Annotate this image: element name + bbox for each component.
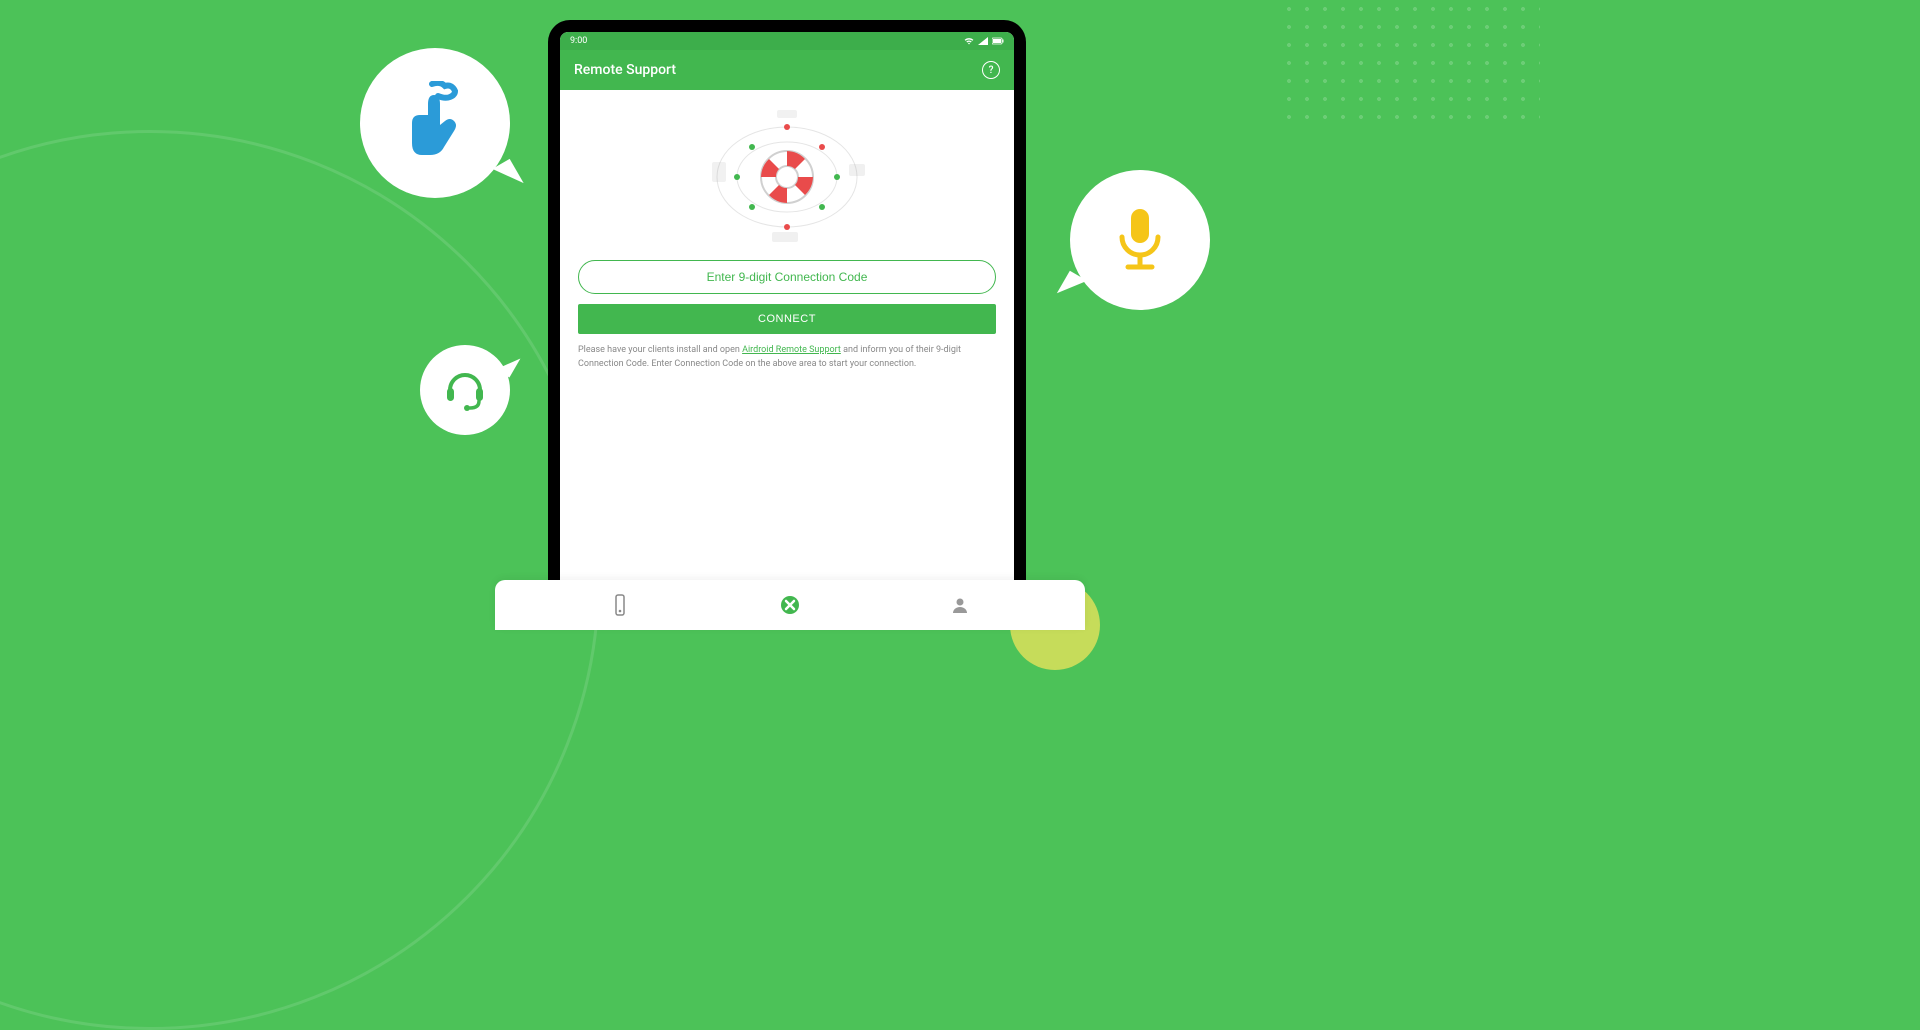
- lifebuoy-icon: [761, 151, 813, 203]
- battery-icon: [992, 37, 1004, 45]
- nav-remote-icon[interactable]: [610, 595, 630, 615]
- feature-bubble-headset: [420, 345, 510, 435]
- remote-support-link[interactable]: Airdroid Remote Support: [742, 345, 841, 355]
- touch-hand-icon: [400, 81, 470, 166]
- app-header: Remote Support ?: [560, 50, 1014, 90]
- tablet-frame: 9:00 Remote Support ?: [548, 20, 1026, 630]
- feature-bubble-mic: [1070, 170, 1210, 310]
- feature-bubble-touch: [360, 48, 510, 198]
- connect-button[interactable]: CONNECT: [578, 304, 996, 334]
- app-title: Remote Support: [574, 62, 676, 78]
- signal-icon: [978, 37, 988, 45]
- background-dots: [1280, 0, 1540, 120]
- microphone-icon: [1112, 205, 1168, 275]
- bottom-nav: [495, 580, 1085, 630]
- app-main: CONNECT Please have your clients install…: [560, 90, 1014, 618]
- headset-icon: [442, 367, 488, 413]
- instruction-text: Please have your clients install and ope…: [578, 344, 996, 371]
- status-time: 9:00: [570, 36, 587, 46]
- connection-code-input[interactable]: [578, 260, 996, 294]
- status-icons: [964, 37, 1004, 45]
- tablet-screen: 9:00 Remote Support ?: [560, 32, 1014, 618]
- wifi-icon: [964, 37, 974, 45]
- nav-profile-icon[interactable]: [950, 595, 970, 615]
- help-icon[interactable]: ?: [982, 61, 1000, 79]
- instruction-prefix: Please have your clients install and ope…: [578, 345, 742, 355]
- nav-home-icon[interactable]: [780, 595, 800, 615]
- hero-illustration: [697, 102, 877, 252]
- status-bar: 9:00: [560, 32, 1014, 50]
